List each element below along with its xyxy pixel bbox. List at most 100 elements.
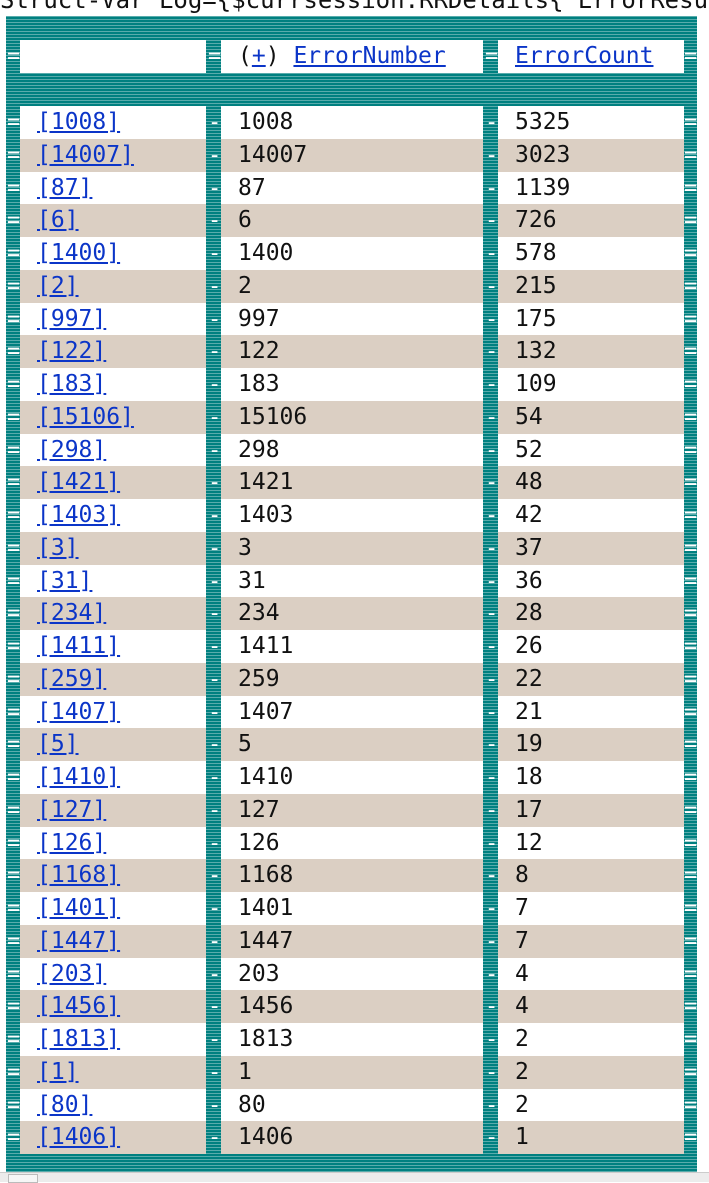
row-separator: = [684,372,698,397]
row-key-link[interactable]: [997] [37,306,106,332]
row-key-link[interactable]: [1400] [37,240,120,266]
cell-separator: - [208,1092,222,1118]
row-separator: = [7,896,21,921]
cell-separator: - [485,1092,499,1118]
error-count-cell: 1 [498,1121,684,1155]
row-key-cell: [298] [20,433,206,467]
row-key-link[interactable]: [5] [37,731,79,757]
error-results-table: = = (+) ErrorNumber = ErrorCount = = [100… [6,16,697,1172]
row-separator: = [684,110,698,135]
row-key-link[interactable]: [15106] [37,404,134,430]
table-row: = [127] -127-17 = [6,793,697,827]
row-separator: = [7,208,21,234]
row-key-link[interactable]: [298] [37,437,106,463]
error-count-cell: 3023 [498,138,684,172]
error-count-cell: 19 [498,728,684,762]
row-key-link[interactable]: [1407] [37,699,120,725]
error-number-cell: 126 [221,826,483,860]
row-key-link[interactable]: [31] [37,568,92,594]
row-key-link[interactable]: [1411] [37,633,120,659]
cell-separator: - [208,765,222,790]
row-separator: = [684,830,698,856]
cell-separator: - [485,535,499,561]
error-number-cell: 1421 [221,466,483,500]
row-separator: = [684,896,698,921]
row-key-cell: [234] [20,597,206,631]
error-number-cell: 259 [221,662,483,696]
row-key-link[interactable]: [259] [37,666,106,692]
row-separator: = [7,1059,21,1085]
cell-separator: - [485,175,499,201]
error-number-column-header[interactable]: ErrorNumber [293,43,445,69]
error-number-cell: 203 [221,957,483,991]
table-header-row: = = (+) ErrorNumber = ErrorCount = [6,40,697,73]
error-count-cell: 54 [498,400,684,434]
error-number-cell: 1447 [221,924,483,958]
error-number-cell: 14007 [221,138,483,172]
row-key-link[interactable]: [1008] [37,109,120,135]
table-row: = [1008] -1008-5325 = [6,106,697,139]
row-key-link[interactable]: [126] [37,830,106,856]
row-separator: = [7,142,21,168]
row-key-link[interactable]: [87] [37,175,92,201]
cell-separator: - [208,961,222,987]
row-key-link[interactable]: [122] [37,338,106,364]
sort-toggle-button[interactable]: + [252,43,266,69]
error-count-cell: 2 [498,1088,684,1122]
row-separator: = [684,1059,698,1085]
row-key-link[interactable]: [6] [37,207,79,233]
cell-separator: - [208,372,222,397]
row-key-link[interactable]: [14007] [37,142,134,168]
row-key-link[interactable]: [203] [37,961,106,987]
row-key-link[interactable]: [1813] [37,1026,120,1052]
scroll-corner-box [8,1174,38,1183]
error-count-cell: 2 [498,1055,684,1089]
row-key-link[interactable]: [183] [37,371,106,397]
row-key-link[interactable]: [1421] [37,469,120,495]
sort-suffix: ) [265,43,280,69]
cell-separator: - [208,404,222,430]
error-count-cell: 18 [498,761,684,794]
cell-separator: - [208,339,222,365]
error-count-cell: 36 [498,564,684,598]
row-separator: = [684,1092,698,1118]
row-key-link[interactable]: [1168] [37,862,120,888]
table-row: = [183] -183-109 = [6,368,697,401]
error-count-cell: 7 [498,892,684,925]
cell-separator: - [208,175,222,201]
row-key-link[interactable]: [1410] [37,764,120,790]
cell-separator: - [485,339,499,365]
row-key-link[interactable]: [1456] [37,993,120,1019]
error-number-cell: 1410 [221,761,483,794]
cell-separator: - [208,896,222,921]
cell-separator: - [485,470,499,496]
error-count-column-header[interactable]: ErrorCount [515,43,653,69]
row-separator: = [684,404,698,430]
row-key-link[interactable]: [1403] [37,502,120,528]
row-separator: = [7,928,21,954]
row-key-link[interactable]: [2] [37,273,79,299]
header-key-cell [20,40,206,73]
error-number-cell: 122 [221,335,483,369]
row-key-link[interactable]: [80] [37,1092,92,1118]
row-key-link[interactable]: [127] [37,797,106,823]
row-key-link[interactable]: [1401] [37,895,120,921]
error-number-cell: 6 [221,204,483,238]
row-key-cell: [1456] [20,990,206,1024]
row-key-link[interactable]: [3] [37,535,79,561]
row-key-link[interactable]: [1406] [37,1124,120,1150]
error-number-cell: 87 [221,171,483,205]
error-number-cell: 1008 [221,106,483,139]
row-separator: = [7,44,21,69]
error-number-cell: 1813 [221,1023,483,1056]
cell-separator: - [485,110,499,135]
row-separator: = [684,535,698,561]
cell-separator: - [208,1125,222,1151]
error-count-cell: 175 [498,302,684,336]
error-count-cell: 726 [498,204,684,238]
row-key-link[interactable]: [1] [37,1059,79,1085]
row-key-link[interactable]: [1447] [37,928,120,954]
row-key-cell: [31] [20,564,206,598]
cell-separator: - [208,830,222,856]
row-key-link[interactable]: [234] [37,600,106,626]
